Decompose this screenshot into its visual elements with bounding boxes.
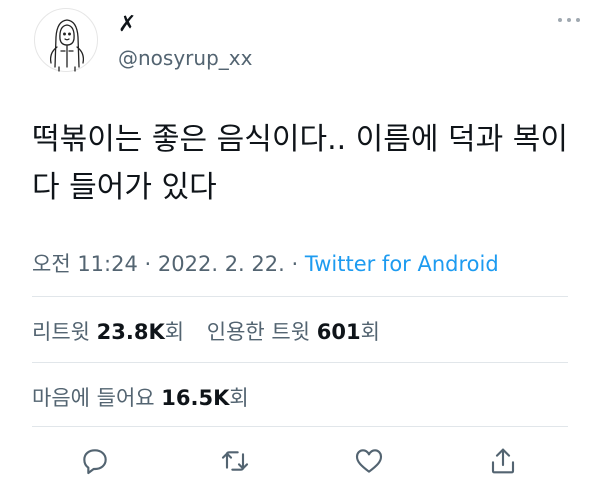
divider: [32, 362, 568, 363]
meta-separator: ·: [144, 252, 152, 276]
retweet-icon: [221, 451, 249, 471]
avatar[interactable]: [34, 8, 98, 72]
more-dot: [558, 18, 562, 22]
quotes-stat[interactable]: 인용한 트윗 601회: [207, 320, 380, 344]
display-name[interactable]: ✗: [118, 12, 136, 38]
retweet-quote-stats: 리트윗 23.8K회 인용한 트윗 601회: [32, 316, 380, 346]
tweet-source-link[interactable]: Twitter for Android: [305, 252, 499, 276]
quotes-label: 인용한 트윗: [206, 320, 311, 344]
more-options-icon[interactable]: [558, 18, 580, 22]
likes-unit: 회: [229, 386, 249, 410]
like-button[interactable]: [346, 438, 392, 484]
retweet-button[interactable]: [212, 438, 258, 484]
share-button[interactable]: [480, 438, 526, 484]
meta-separator: ·: [291, 252, 299, 276]
more-dot: [576, 18, 580, 22]
retweets-unit: 회: [164, 320, 185, 344]
tweet-date[interactable]: 2022. 2. 22.: [158, 252, 285, 276]
divider: [32, 426, 568, 427]
reply-icon: [83, 449, 107, 475]
action-bar: [0, 438, 600, 486]
likes-stat[interactable]: 마음에 들어요 16.5K회: [32, 386, 249, 410]
tweet-meta: 오전 11:24 · 2022. 2. 22. · Twitter for An…: [32, 248, 499, 278]
quotes-count: 601: [316, 320, 361, 344]
likes-label: 마음에 들어요: [32, 386, 155, 410]
retweets-stat[interactable]: 리트윗 23.8K회: [32, 320, 191, 344]
likes-stats: 마음에 들어요 16.5K회: [32, 382, 249, 412]
quotes-unit: 회: [360, 320, 380, 344]
divider: [32, 296, 568, 297]
avatar-illustration: [49, 19, 85, 72]
reply-button[interactable]: [72, 438, 118, 484]
tweet-text: 떡볶이는 좋은 음식이다.. 이름에 덕과 복이 다 들어가 있다: [32, 122, 568, 205]
heart-icon: [355, 449, 383, 473]
share-icon: [491, 448, 515, 474]
more-dot: [567, 18, 571, 22]
retweets-label: 리트윗: [32, 320, 90, 344]
likes-count: 16.5K: [161, 386, 230, 410]
retweets-count: 23.8K: [96, 320, 165, 344]
tweet-time[interactable]: 오전 11:24: [32, 252, 138, 276]
user-handle[interactable]: @nosyrup_xx: [118, 46, 252, 70]
